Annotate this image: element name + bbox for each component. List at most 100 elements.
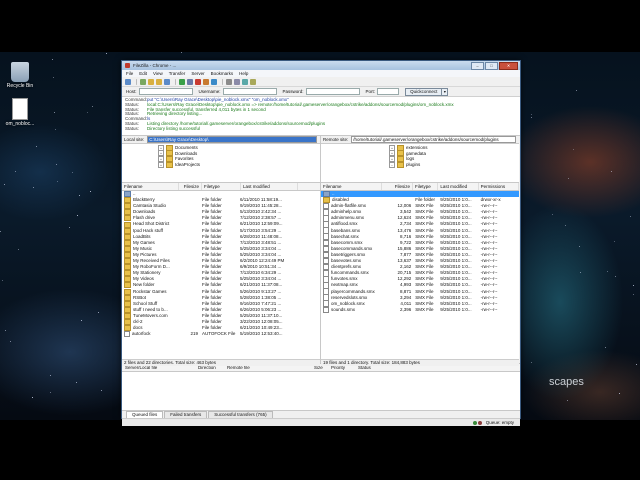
- refresh-icon[interactable]: [179, 78, 185, 85]
- star: [76, 382, 77, 383]
- log-type: Status:: [125, 125, 140, 131]
- host-input[interactable]: [138, 88, 193, 95]
- quickconnect-button[interactable]: Quickconnect: [405, 87, 443, 96]
- expand-icon[interactable]: +: [158, 161, 164, 168]
- file-name: sounds.smx: [331, 306, 356, 312]
- desktop-icon-label: Recycle Bin: [6, 83, 34, 89]
- local-directory-tree[interactable]: + Documents + Downloads + Favorites + IdeaProje…: [122, 144, 320, 183]
- remote-col-modified[interactable]: Last modified: [438, 183, 479, 190]
- star: [101, 390, 102, 391]
- tab-failed-transfers[interactable]: Failed transfers: [164, 411, 208, 418]
- star: [72, 172, 73, 173]
- status-bar: Queue: empty: [122, 418, 520, 426]
- star: [611, 171, 612, 172]
- star: [607, 271, 608, 272]
- remote-site-label: Remote site:: [323, 137, 349, 142]
- process-queue-icon[interactable]: [187, 78, 193, 85]
- star: [55, 129, 56, 130]
- host-label: Host:: [126, 89, 137, 94]
- port-input[interactable]: [377, 88, 400, 95]
- local-path-input[interactable]: C:\Users\Ray Grace\Desktop\: [147, 136, 317, 143]
- message-log[interactable]: Command:put "C:\Users\Ray Grace\Desktop\…: [122, 97, 520, 136]
- tab-successful-transfers[interactable]: Successful transfers (765): [208, 411, 273, 418]
- quickconnect-dropdown-icon[interactable]: ▼: [442, 87, 449, 96]
- remote-tree-node[interactable]: − plugins: [389, 161, 519, 168]
- star: [2, 280, 3, 281]
- toggle-queue-icon[interactable]: [164, 78, 170, 85]
- star: [10, 341, 11, 342]
- star: [636, 364, 637, 365]
- menu-edit[interactable]: Edit: [139, 71, 147, 76]
- reconnect-icon[interactable]: [211, 78, 217, 85]
- password-label: Password:: [282, 89, 304, 94]
- local-col-filename[interactable]: Filename: [122, 183, 179, 190]
- search-icon[interactable]: [250, 78, 256, 85]
- compare-icon[interactable]: [234, 78, 240, 85]
- local-status: 2 files and 22 directories. Total size: …: [122, 359, 320, 366]
- remote-directory-tree[interactable]: + extensions + gamedata + logs − plugins: [321, 144, 519, 183]
- recycle-bin-desktop-icon[interactable]: Recycle Bin: [0, 62, 40, 89]
- file-name-cell: sounds.smx: [321, 306, 382, 314]
- star: [15, 171, 16, 172]
- maximize-button[interactable]: □: [485, 62, 498, 70]
- filter-icon[interactable]: [226, 78, 232, 85]
- transfer-indicator-icon: [472, 420, 477, 425]
- wallpaper-watermark: scapes: [549, 376, 584, 388]
- document-icon: [12, 98, 28, 120]
- filezilla-window: FileZilla - Chrome - ... – □ ✕ File Edit V…: [121, 60, 521, 426]
- remote-file-row[interactable]: sounds.smx 2,396 SMX File 9/25/2010 1:0... -…: [321, 306, 519, 314]
- title-bar[interactable]: FileZilla - Chrome - ... – □ ✕: [122, 61, 520, 70]
- close-button[interactable]: ✕: [499, 62, 518, 70]
- tab-queued-files[interactable]: Queued files: [126, 411, 164, 418]
- menu-bookmarks[interactable]: Bookmarks: [211, 71, 234, 76]
- file-desktop-icon[interactable]: om_nobloc...: [0, 98, 40, 127]
- star: [57, 181, 58, 182]
- cancel-icon[interactable]: [195, 78, 201, 85]
- remote-col-filesize[interactable]: Filesize: [382, 183, 413, 190]
- menu-help[interactable]: Help: [239, 71, 248, 76]
- site-manager-icon[interactable]: [125, 78, 131, 85]
- remote-col-filetype[interactable]: Filetype: [413, 183, 439, 190]
- menu-view[interactable]: View: [153, 71, 163, 76]
- star: [54, 112, 55, 113]
- star: [77, 215, 78, 216]
- star: [36, 146, 37, 147]
- minimize-button[interactable]: –: [471, 62, 484, 70]
- disconnect-icon[interactable]: [203, 78, 209, 85]
- remote-col-permissions[interactable]: Permissions: [479, 183, 519, 190]
- star: [4, 184, 5, 185]
- star: [69, 227, 70, 228]
- username-label: Username:: [198, 89, 221, 94]
- star: [50, 392, 51, 393]
- star: [53, 77, 54, 78]
- star: [605, 347, 606, 348]
- local-tree-node[interactable]: + IdeaProjects: [158, 161, 320, 168]
- remote-path-input[interactable]: /home/tutorial/.gameserver/orangebox/cst…: [351, 136, 516, 143]
- remote-col-filename[interactable]: Filename: [321, 183, 382, 190]
- username-input[interactable]: [222, 88, 277, 95]
- toggle-local-tree-icon[interactable]: [148, 78, 154, 85]
- local-col-filetype[interactable]: Filetype: [202, 183, 241, 190]
- local-col-filesize[interactable]: Filesize: [179, 183, 202, 190]
- sync-browse-icon[interactable]: [242, 78, 248, 85]
- tree-node-label: plugins: [406, 161, 421, 167]
- remote-status: 19 files and 1 directory. Total size: 18…: [321, 359, 519, 366]
- toggle-remote-tree-icon[interactable]: [156, 78, 162, 85]
- local-file-row[interactable]: autorfock 219 AUTOFOCK File 5/19/2010 12:53…: [122, 330, 320, 338]
- password-input[interactable]: [305, 88, 360, 95]
- folder-icon: [166, 161, 173, 168]
- toggle-log-icon[interactable]: [140, 78, 146, 85]
- remote-site-bar: Remote site: /home/tutorial/.gameserver/…: [321, 136, 519, 144]
- menu-server[interactable]: Server: [191, 71, 204, 76]
- star: [567, 400, 568, 401]
- star: [568, 178, 569, 179]
- menu-file[interactable]: File: [126, 71, 133, 76]
- letterbox-bottom: [0, 420, 640, 480]
- expand-icon[interactable]: −: [389, 161, 395, 168]
- local-col-modified[interactable]: Last modified: [241, 183, 298, 190]
- menu-transfer[interactable]: Transfer: [169, 71, 186, 76]
- file-icon: [323, 306, 329, 314]
- transfer-queue[interactable]: [122, 372, 520, 410]
- star: [92, 106, 93, 107]
- queue-status: Queue: empty: [485, 420, 514, 425]
